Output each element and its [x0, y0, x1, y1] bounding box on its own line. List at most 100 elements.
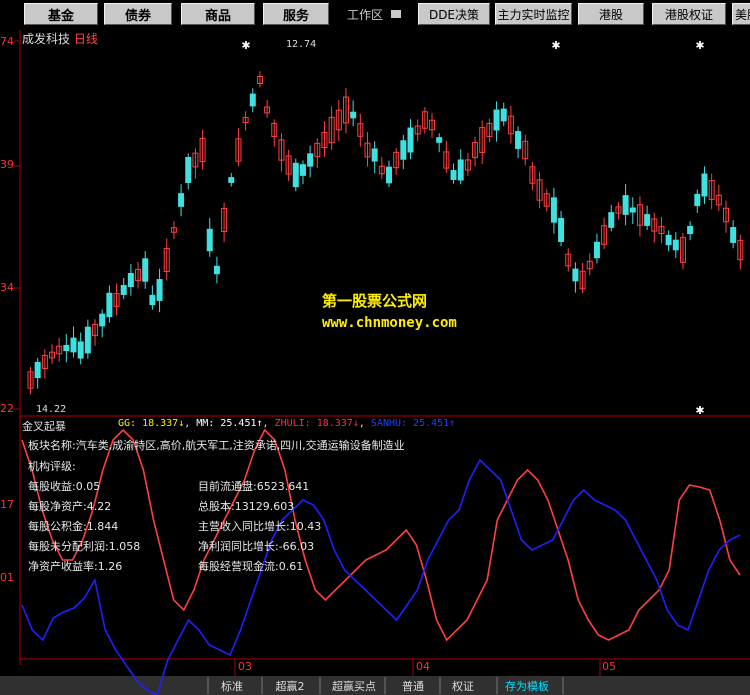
reserve-info: 每股公积金:1.844 — [28, 520, 119, 533]
candle-body — [558, 217, 565, 243]
period-label: 日线 — [73, 32, 98, 46]
candle-body — [457, 159, 464, 181]
candle-body — [593, 241, 600, 259]
gg-value: GG: 18.337↓ — [118, 418, 185, 429]
candle-body — [436, 137, 443, 143]
candle-body — [629, 207, 636, 213]
candle-body — [687, 225, 694, 235]
commodity-button[interactable]: 商品 — [181, 3, 255, 25]
workarea-label: 工作区 — [347, 7, 384, 22]
candle-body — [450, 170, 457, 180]
eps-info: 每股收益:0.05 — [28, 480, 101, 493]
template-tabs: 标准 超赢2 超赢买点 普通 权证 存为模板 — [208, 677, 570, 695]
candle-body — [70, 337, 77, 353]
chart-title: 成发科技 日线 — [22, 30, 98, 47]
bvps-info: 每股净资产:4.22 — [28, 500, 112, 513]
candle-body — [77, 341, 84, 359]
float-shares-info: 目前流通盘:6523.641 — [198, 480, 310, 493]
envelope-icon — [391, 10, 402, 18]
watermark-url: www.chnmoney.com — [322, 315, 457, 331]
main-monitor-button[interactable]: 主力实时监控 — [495, 3, 572, 25]
candle-body — [386, 166, 392, 184]
candle-body — [299, 164, 306, 176]
tab-chaoying2[interactable]: 超赢2 — [264, 677, 316, 695]
low-marker-label: 14.22 — [36, 404, 67, 415]
candle-body — [644, 214, 651, 226]
profit-growth-info: 净利润同比增长:-66.03 — [198, 540, 315, 553]
candle-body — [622, 195, 629, 215]
rating-info: 机构评级: — [28, 460, 76, 473]
chart-frame — [0, 30, 750, 695]
total-shares-info: 总股本:13129.603 — [198, 500, 295, 513]
undistributed-info: 每股未分配利润:1.058 — [28, 540, 141, 553]
star-marker: ✱ — [695, 39, 704, 52]
price-axis-label: 34 — [0, 281, 14, 294]
candle-body — [142, 258, 149, 282]
fund-button[interactable]: 基金 — [24, 3, 98, 25]
candle-body — [185, 156, 192, 184]
stock-chart[interactable]: ✱ ✱ ✱ ✱ — [0, 30, 750, 695]
hk-stock-button[interactable]: 港股 — [578, 3, 644, 25]
star-marker: ✱ — [241, 39, 250, 52]
indicator-values: GG: 18.337↓, MM: 25.451↑, ZHULI: 18.337↓… — [118, 418, 456, 429]
indicator-axis-label: 17 — [0, 498, 14, 511]
candle-body — [730, 227, 737, 243]
candle-body — [307, 153, 314, 167]
candle-body — [106, 292, 113, 318]
sanhu-value: SANHU: 25.451↑ — [370, 418, 456, 429]
x-axis-label: 05 — [602, 660, 616, 673]
candle-body — [249, 93, 256, 107]
tab-standard[interactable]: 标准 — [208, 677, 256, 695]
candle-body — [400, 140, 407, 160]
sanhu-line — [21, 458, 741, 695]
candle-body — [34, 361, 41, 379]
service-button[interactable]: 服务 — [263, 3, 329, 25]
mm-value: MM: 25.451↑ — [196, 418, 263, 429]
sector-info: 板块名称:汽车类,成渝特区,高价,航天军工,注资承诺,四川,交通运输设备制造业 — [28, 439, 405, 452]
candle-body — [672, 239, 679, 251]
candle-body — [701, 173, 708, 197]
workarea-menu[interactable]: 工作区 — [347, 3, 417, 25]
candle-body — [99, 313, 106, 327]
tab-normal[interactable]: 普通 — [392, 677, 434, 695]
candle-body — [608, 212, 615, 228]
candle-body — [407, 127, 414, 153]
roe-info: 净资产收益率:1.26 — [28, 560, 123, 573]
candle-body — [550, 197, 557, 223]
x-axis-label: 04 — [416, 660, 430, 673]
candle-body — [120, 285, 127, 295]
bond-button[interactable]: 债券 — [104, 3, 172, 25]
indicator-lines — [21, 428, 741, 695]
tab-buy-point[interactable]: 超赢买点 — [324, 677, 384, 695]
candle-body — [572, 268, 579, 282]
indicator-name: 金叉起暴 — [22, 420, 66, 433]
price-axis-label: 74 — [0, 35, 14, 48]
candle-body — [228, 177, 235, 183]
tab-warrant[interactable]: 权证 — [442, 677, 484, 695]
indicator-axis-label: 01 — [0, 571, 14, 584]
cashflow-info: 每股经营现金流:0.61 — [198, 560, 304, 573]
candle-body — [178, 193, 185, 207]
zhuli-line — [21, 428, 741, 642]
candle-body — [292, 162, 299, 188]
candle-body — [665, 234, 672, 246]
star-marker: ✱ — [551, 39, 560, 52]
high-marker-label: 12.74 — [286, 39, 317, 50]
candle-body — [350, 111, 357, 119]
dde-button[interactable]: DDE决策 — [418, 3, 490, 25]
price-axis-label: 39 — [0, 158, 14, 171]
candle-body — [149, 294, 156, 306]
star-marker: ✱ — [695, 404, 704, 417]
tab-save-template[interactable]: 存为模板 — [492, 677, 562, 695]
zhuli-value: ZHULI: 18.337↓ — [274, 418, 359, 429]
top-toolbar: 基金 债券 商品 服务 工作区 DDE决策 主力实时监控 港股 港股权证 美股 — [0, 0, 750, 30]
candle-body — [694, 193, 701, 207]
revenue-growth-info: 主营收入同比增长:10.43 — [198, 520, 322, 533]
hk-warrant-button[interactable]: 港股权证 — [652, 3, 726, 25]
candle-body — [500, 108, 507, 122]
price-axis-label: 22 — [0, 402, 14, 415]
candle-body — [63, 344, 70, 352]
candle-body — [156, 279, 163, 301]
us-stock-button[interactable]: 美股 — [732, 3, 750, 25]
candlestick-series: ✱ ✱ ✱ ✱ — [27, 39, 744, 417]
